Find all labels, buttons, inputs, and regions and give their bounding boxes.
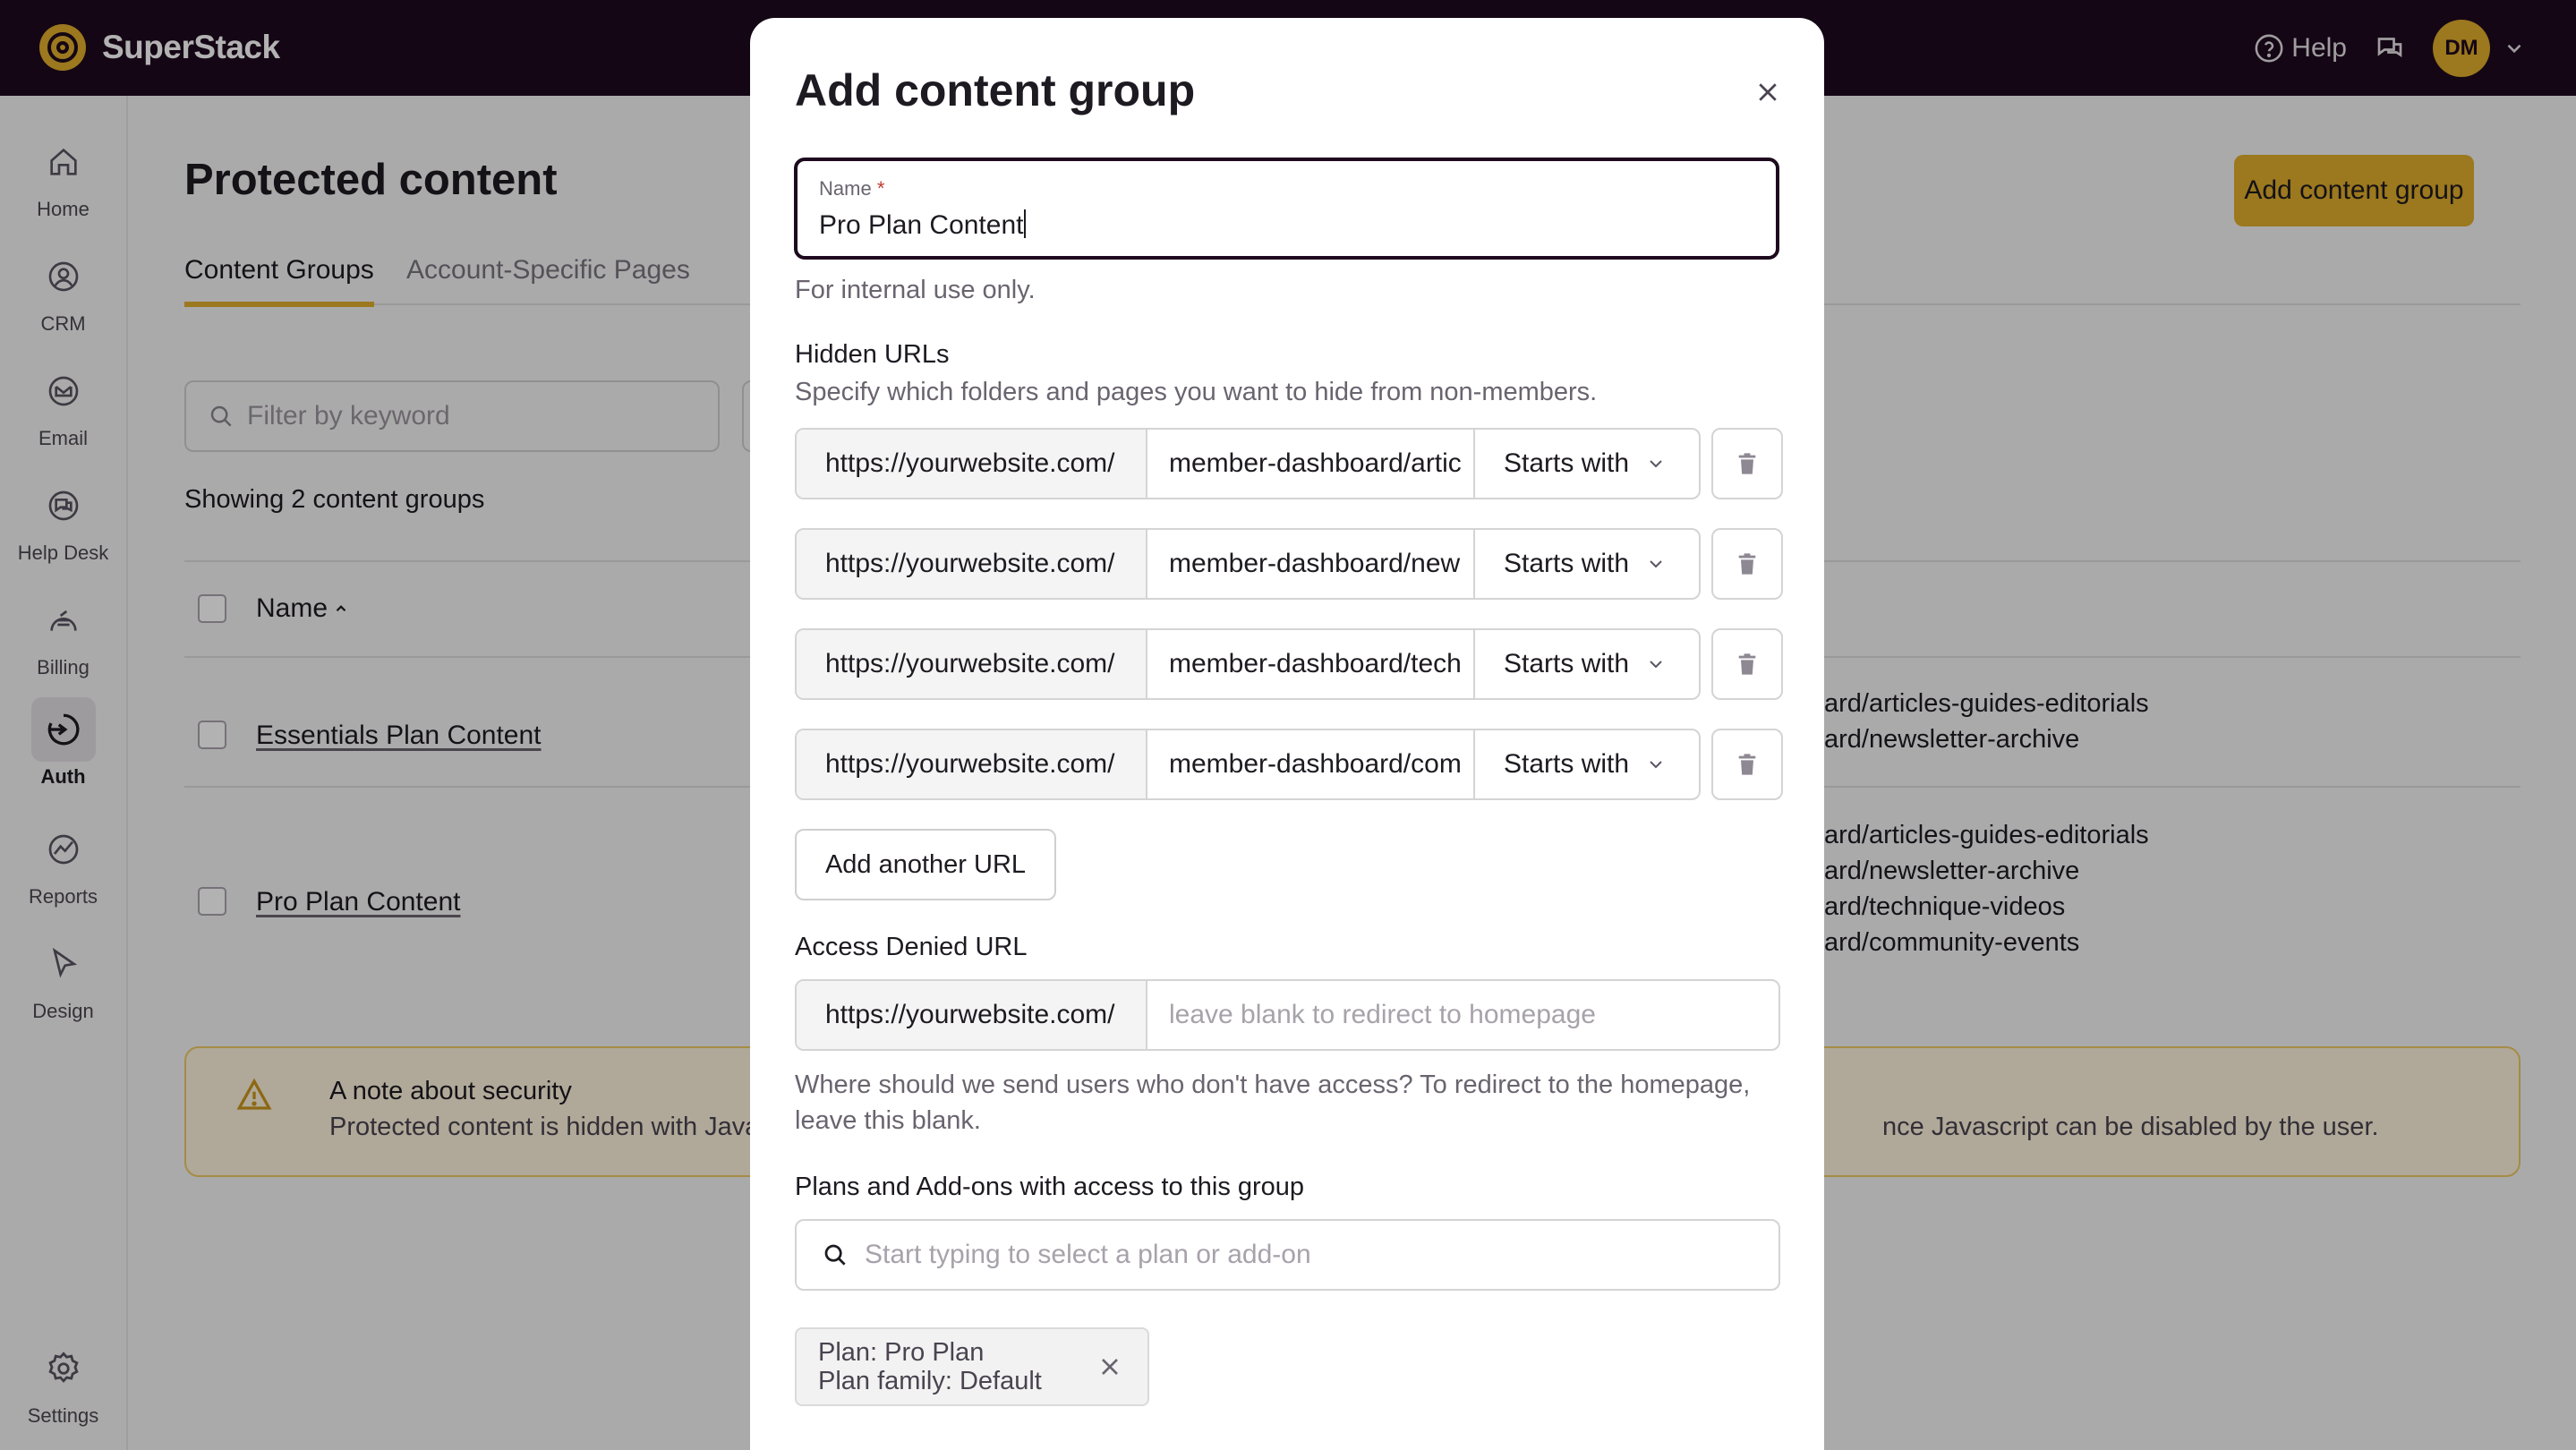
url-path-input[interactable]: member-dashboard/newsletter-archive <box>1147 530 1475 598</box>
add-content-group-dialog: Add content group Name * Pro Plan Conten… <box>750 18 1824 1450</box>
url-prefix: https://yourwebsite.com/ <box>797 730 1147 798</box>
url-path-input[interactable]: member-dashboard/articles-guides-editori… <box>1147 430 1475 498</box>
url-prefix: https://yourwebsite.com/ <box>797 430 1147 498</box>
url-path-value: member-dashboard/articles-guides-editori… <box>1169 448 1461 478</box>
access-denied-hint: Where should we send users who don't hav… <box>795 1070 1751 1135</box>
url-input-group: https://yourwebsite.com/ member-dashboar… <box>795 528 1701 600</box>
match-type-select[interactable]: Starts with <box>1475 430 1699 498</box>
url-prefix: https://yourwebsite.com/ <box>797 981 1147 1049</box>
close-icon <box>1102 1359 1118 1375</box>
remove-plan-button[interactable] <box>1096 1352 1124 1386</box>
access-denied-url-input[interactable]: leave blank to redirect to homepage <box>1147 981 1778 1049</box>
hidden-urls-hint: Specify which folders and pages you want… <box>795 378 1598 406</box>
selected-plan-chip: Plan: Pro Plan Plan family: Default <box>795 1327 1149 1406</box>
plans-label: Plans and Add-ons with access to this gr… <box>795 1173 1305 1201</box>
url-path-value: member-dashboard/newsletter-archive <box>1169 549 1461 578</box>
chevron-down-icon <box>1650 560 1662 568</box>
trash-icon <box>1738 754 1756 775</box>
match-type-value: Starts with <box>1504 649 1630 678</box>
delete-url-button[interactable] <box>1711 528 1783 600</box>
access-denied-label: Access Denied URL <box>795 933 1028 961</box>
match-type-value: Starts with <box>1504 448 1630 478</box>
search-icon <box>824 1244 846 1266</box>
hidden-url-row: https://yourwebsite.com/ member-dashboar… <box>795 729 1783 800</box>
name-value: Pro Plan Content <box>819 209 1027 241</box>
match-type-value: Starts with <box>1504 749 1630 779</box>
url-input-group: https://yourwebsite.com/ member-dashboar… <box>795 428 1701 499</box>
hidden-url-row: https://yourwebsite.com/ member-dashboar… <box>795 628 1783 700</box>
url-prefix: https://yourwebsite.com/ <box>797 630 1147 698</box>
chip-plan-family: Plan family: Default <box>818 1367 1042 1395</box>
hidden-urls-label: Hidden URLs <box>795 340 950 369</box>
chip-plan-name: Plan: Pro Plan <box>818 1338 985 1367</box>
url-path-input[interactable]: member-dashboard/community-events <box>1147 730 1475 798</box>
required-mark: * <box>876 177 885 200</box>
name-label: Name * <box>819 177 885 200</box>
trash-icon <box>1738 553 1756 575</box>
delete-url-button[interactable] <box>1711 428 1783 499</box>
access-denied-input-group: https://yourwebsite.com/ leave blank to … <box>795 979 1780 1051</box>
delete-url-button[interactable] <box>1711 729 1783 800</box>
url-path-value: member-dashboard/technique-videos <box>1169 649 1461 678</box>
dialog-title: Add content group <box>795 65 1196 115</box>
delete-url-button[interactable] <box>1711 628 1783 700</box>
plan-search-input[interactable]: Start typing to select a plan or add-on <box>795 1219 1780 1291</box>
access-denied-placeholder: leave blank to redirect to homepage <box>1169 1000 1596 1029</box>
url-path-value: member-dashboard/community-events <box>1169 749 1461 779</box>
hidden-url-row: https://yourwebsite.com/ member-dashboar… <box>795 528 1783 600</box>
match-type-value: Starts with <box>1504 549 1630 578</box>
name-input[interactable]: Name * Pro Plan Content <box>794 158 1779 260</box>
match-type-select[interactable]: Starts with <box>1475 630 1699 698</box>
add-another-url-button[interactable]: Add another URL <box>795 829 1056 900</box>
trash-icon <box>1738 453 1756 474</box>
url-prefix: https://yourwebsite.com/ <box>797 530 1147 598</box>
match-type-select[interactable]: Starts with <box>1475 530 1699 598</box>
plan-search-placeholder: Start typing to select a plan or add-on <box>865 1240 1311 1269</box>
match-type-select[interactable]: Starts with <box>1475 730 1699 798</box>
hidden-url-row: https://yourwebsite.com/ member-dashboar… <box>795 428 1783 499</box>
trash-icon <box>1738 653 1756 675</box>
close-icon <box>1759 83 1777 101</box>
url-input-group: https://yourwebsite.com/ member-dashboar… <box>795 729 1701 800</box>
close-button[interactable] <box>1745 70 1790 115</box>
text-caret <box>1024 209 1027 238</box>
url-path-input[interactable]: member-dashboard/technique-videos <box>1147 630 1475 698</box>
chevron-down-icon <box>1650 460 1662 468</box>
name-hint: For internal use only. <box>795 276 1036 304</box>
url-input-group: https://yourwebsite.com/ member-dashboar… <box>795 628 1701 700</box>
chevron-down-icon <box>1650 661 1662 669</box>
chevron-down-icon <box>1650 761 1662 769</box>
